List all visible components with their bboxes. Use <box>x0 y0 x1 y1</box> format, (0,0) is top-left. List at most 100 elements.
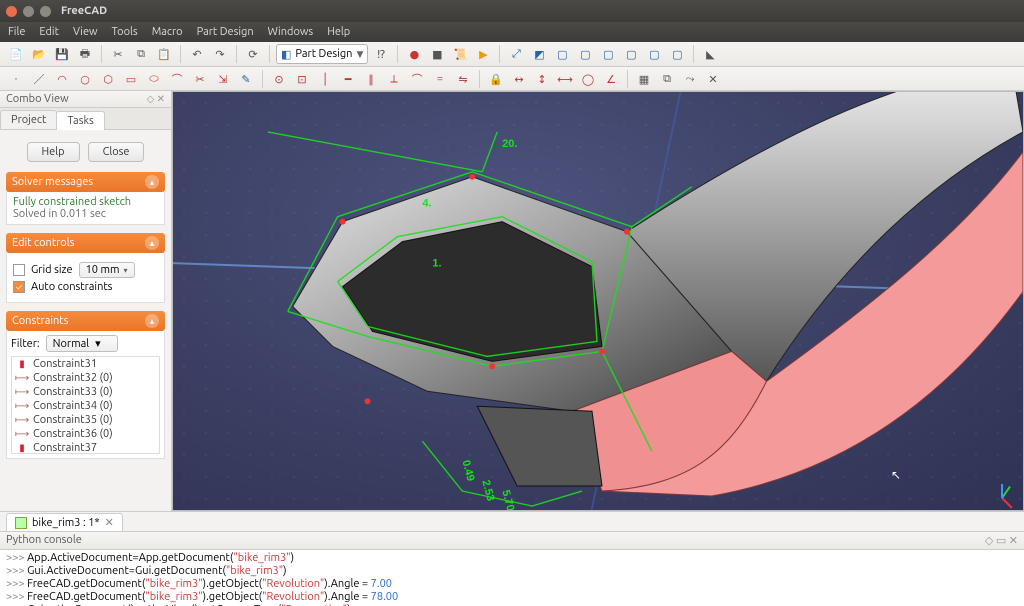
copy-icon[interactable]: ⧉ <box>131 44 151 64</box>
filter-select[interactable]: Normal ▾ <box>46 335 118 352</box>
macro-list-icon[interactable]: 📜 <box>450 44 470 64</box>
python-console[interactable]: >>> App.ActiveDocument=App.getDocument("… <box>0 550 1024 606</box>
collapse-icon[interactable]: ▴ <box>145 175 159 189</box>
redo-icon[interactable]: ↷ <box>210 44 230 64</box>
sk-circle-icon[interactable]: ○ <box>75 69 95 89</box>
menu-edit[interactable]: Edit <box>39 26 59 38</box>
cut-icon[interactable]: ✂ <box>108 44 128 64</box>
c-perp-icon[interactable]: ⟂ <box>384 69 404 89</box>
sk-slot-icon[interactable]: ⬭ <box>144 69 164 89</box>
c-len-icon[interactable]: ⟷ <box>555 69 575 89</box>
view-iso-icon[interactable]: ◩ <box>529 44 549 64</box>
collapse-icon[interactable]: ▴ <box>145 314 159 328</box>
macro-play-icon[interactable]: ▶ <box>473 44 493 64</box>
list-item[interactable]: ▮Constraint31 <box>12 357 159 371</box>
menu-windows[interactable]: Windows <box>268 26 314 38</box>
constraints-section-header[interactable]: Constraints ▴ <box>6 311 165 331</box>
paste-icon[interactable]: 📋 <box>154 44 174 64</box>
auto-constraints-label: Auto constraints <box>31 281 112 293</box>
tab-tasks[interactable]: Tasks <box>56 111 104 130</box>
tab-project[interactable]: Project <box>0 110 57 129</box>
auto-constraints-checkbox[interactable]: ✓ <box>13 281 25 293</box>
measure-icon[interactable]: ◣ <box>700 44 720 64</box>
c-pointon-icon[interactable]: ⊡ <box>292 69 312 89</box>
window-maximize-button[interactable] <box>40 6 51 17</box>
c-horiz-icon[interactable]: ━ <box>338 69 358 89</box>
panel-controls[interactable]: ◇ ▭ ✕ <box>985 534 1018 547</box>
macro-stop-icon[interactable]: ■ <box>427 44 447 64</box>
sk-fillet-icon[interactable]: ⌒ <box>167 69 187 89</box>
undo-icon[interactable]: ↶ <box>187 44 207 64</box>
view-right-icon[interactable]: ▢ <box>598 44 618 64</box>
menu-help[interactable]: Help <box>327 26 350 38</box>
print-icon[interactable]: 🖶 <box>75 44 95 64</box>
list-item[interactable]: ⟼Constraint35 (0) <box>12 413 159 427</box>
view-left-icon[interactable]: ▢ <box>667 44 687 64</box>
sk-rect-icon[interactable]: ▭ <box>121 69 141 89</box>
view-rear-icon[interactable]: ▢ <box>621 44 641 64</box>
constraints-list[interactable]: ▮Constraint31 ⟼Constraint32 (0) ⟼Constra… <box>11 356 160 454</box>
sk-ext-icon[interactable]: ⇲ <box>213 69 233 89</box>
c-vdist-icon[interactable]: ↕ <box>532 69 552 89</box>
close-button[interactable]: Close <box>88 142 145 162</box>
macro-record-icon[interactable]: ● <box>404 44 424 64</box>
menu-view[interactable]: View <box>73 26 98 38</box>
connect-icon[interactable]: ⤳ <box>680 69 700 89</box>
combo-view-title: Combo View <box>6 93 69 105</box>
navigation-triad[interactable] <box>989 476 1015 502</box>
grid-size-spinner[interactable]: 10 mm ▾ <box>79 262 135 278</box>
c-lock-icon[interactable]: 🔒 <box>486 69 506 89</box>
list-item[interactable]: ▮Constraint37 <box>12 441 159 454</box>
c-parallel-icon[interactable]: ∥ <box>361 69 381 89</box>
sk-constr-icon[interactable]: ✎ <box>236 69 256 89</box>
sk-line-icon[interactable]: ／ <box>29 69 49 89</box>
refresh-icon[interactable]: ⟳ <box>243 44 263 64</box>
window-close-button[interactable] <box>6 6 17 17</box>
menu-macro[interactable]: Macro <box>152 26 183 38</box>
help-button[interactable]: Help <box>27 142 80 162</box>
view-fit-icon[interactable]: ⤢ <box>506 44 526 64</box>
edit-section-header[interactable]: Edit controls ▴ <box>6 233 165 253</box>
open-file-icon[interactable]: 📂 <box>29 44 49 64</box>
list-item[interactable]: ⟼Constraint33 (0) <box>12 385 159 399</box>
filter-label: Filter: <box>11 338 40 350</box>
list-item[interactable]: ⟼Constraint32 (0) <box>12 371 159 385</box>
c-hdist-icon[interactable]: ↔ <box>509 69 529 89</box>
save-file-icon[interactable]: 💾 <box>52 44 72 64</box>
sk-arc-icon[interactable]: ◠ <box>52 69 72 89</box>
collapse-icon[interactable]: ▴ <box>145 236 159 250</box>
view-bottom-icon[interactable]: ▢ <box>644 44 664 64</box>
sk-trim-icon[interactable]: ✂ <box>190 69 210 89</box>
sk-poly-icon[interactable]: ⬡ <box>98 69 118 89</box>
3d-viewport[interactable]: 4. 1. 20. 0.49 2.53 5.70 15.46 ↖ <box>172 91 1024 511</box>
c-vert-icon[interactable]: │ <box>315 69 335 89</box>
c-angle-icon[interactable]: ∠ <box>601 69 621 89</box>
sk-point-icon[interactable]: · <box>6 69 26 89</box>
close-icon[interactable]: ✕ <box>105 516 114 529</box>
map-sketch-icon[interactable]: ▦ <box>634 69 654 89</box>
workbench-selector[interactable]: ◧ Part Design ▼ <box>276 44 368 64</box>
panel-gear-icon[interactable]: ◇ ✕ <box>147 93 165 105</box>
c-tangent-icon[interactable]: ⌒ <box>407 69 427 89</box>
menu-tools[interactable]: Tools <box>112 26 138 38</box>
menu-partdesign[interactable]: Part Design <box>197 26 254 38</box>
list-item[interactable]: ⟼Constraint34 (0) <box>12 399 159 413</box>
console-line: >>> FreeCAD.getDocument("bike_rim3").get… <box>6 578 1018 591</box>
list-item[interactable]: ⟼Constraint36 (0) <box>12 427 159 441</box>
menu-file[interactable]: File <box>8 26 25 38</box>
c-equal-icon[interactable]: = <box>430 69 450 89</box>
solver-section-header[interactable]: Solver messages ▴ <box>6 172 165 192</box>
close-shape-icon[interactable]: ⧉ <box>657 69 677 89</box>
grid-checkbox[interactable] <box>13 264 25 276</box>
whats-this-icon[interactable]: ⁉ <box>371 44 391 64</box>
view-front-icon[interactable]: ▢ <box>552 44 572 64</box>
new-file-icon[interactable]: 📄 <box>6 44 26 64</box>
view-top-icon[interactable]: ▢ <box>575 44 595 64</box>
constraint-label: Constraint31 <box>33 358 97 370</box>
c-symm-icon[interactable]: ⇋ <box>453 69 473 89</box>
window-minimize-button[interactable] <box>23 6 34 17</box>
select-conf-icon[interactable]: ✕ <box>703 69 723 89</box>
c-coincident-icon[interactable]: ⊙ <box>269 69 289 89</box>
document-tab[interactable]: bike_rim3 : 1* ✕ <box>6 513 123 531</box>
c-rad-icon[interactable]: ◯ <box>578 69 598 89</box>
